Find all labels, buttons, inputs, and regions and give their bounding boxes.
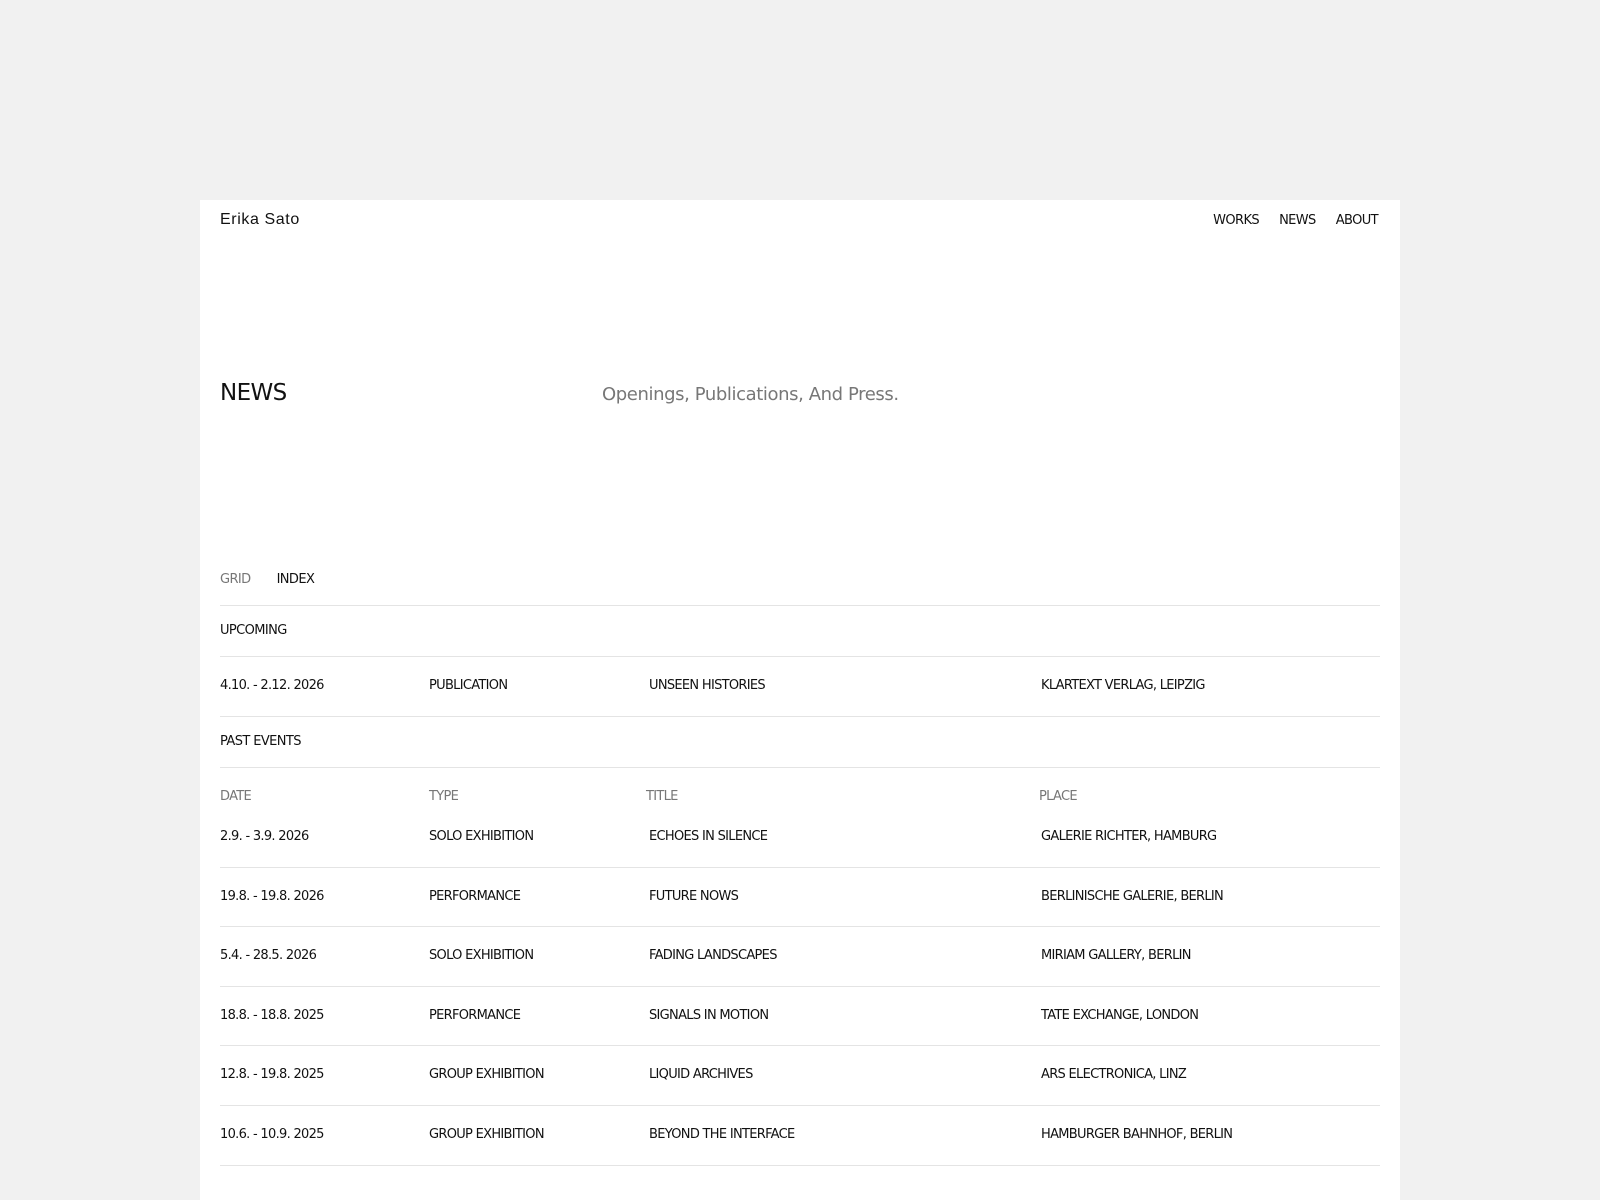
event-title: ECHOES IN SILENCE — [649, 829, 768, 844]
event-place: BERLINISCHE GALERIE, BERLIN — [1041, 889, 1224, 904]
divider — [220, 926, 1380, 927]
past-events-heading: PAST EVENTS — [220, 734, 301, 749]
event-title: BEYOND THE INTERFACE — [649, 1127, 795, 1142]
event-type: PERFORMANCE — [429, 1008, 521, 1023]
page-intro: Openings, Publications, And Press. — [602, 384, 899, 405]
view-toggle: GRID INDEX — [220, 572, 315, 587]
event-date: 12.8. - 19.8. 2025 — [220, 1067, 324, 1082]
event-date: 19.8. - 19.8. 2026 — [220, 889, 324, 904]
event-place: KLARTEXT VERLAG, LEIPZIG — [1041, 678, 1205, 693]
column-header-date: DATE — [220, 789, 252, 804]
divider — [220, 1105, 1380, 1106]
table-row[interactable]: 4.10. - 2.12. 2026 PUBLICATION UNSEEN HI… — [220, 678, 1380, 698]
event-date: 2.9. - 3.9. 2026 — [220, 829, 309, 844]
table-row[interactable]: 12.8. - 19.8. 2025 GROUP EXHIBITION LIQU… — [220, 1067, 1380, 1087]
table-row[interactable]: 19.8. - 19.8. 2026 PERFORMANCE FUTURE NO… — [220, 889, 1380, 909]
divider — [220, 656, 1380, 657]
view-index-button[interactable]: INDEX — [277, 572, 315, 587]
divider — [220, 867, 1380, 868]
event-date: 10.6. - 10.9. 2025 — [220, 1127, 324, 1142]
event-type: SOLO EXHIBITION — [429, 948, 534, 963]
upcoming-heading: UPCOMING — [220, 623, 287, 638]
event-type: GROUP EXHIBITION — [429, 1067, 545, 1082]
table-row[interactable]: 5.4. - 28.5. 2026 SOLO EXHIBITION FADING… — [220, 948, 1380, 968]
event-type: PERFORMANCE — [429, 889, 521, 904]
page-panel: Erika Sato WORKS NEWS ABOUT NEWS Opening… — [200, 200, 1400, 1200]
page-title: NEWS — [220, 380, 287, 406]
nav-news-link[interactable]: NEWS — [1279, 213, 1316, 228]
event-type: PUBLICATION — [429, 678, 508, 693]
event-place: HAMBURGER BAHNHOF, BERLIN — [1041, 1127, 1233, 1142]
table-row[interactable]: 2.9. - 3.9. 2026 SOLO EXHIBITION ECHOES … — [220, 829, 1380, 849]
table-row[interactable]: 18.8. - 18.8. 2025 PERFORMANCE SIGNALS I… — [220, 1008, 1380, 1028]
event-place: MIRIAM GALLERY, BERLIN — [1041, 948, 1192, 963]
divider — [220, 605, 1380, 606]
main-nav: WORKS NEWS ABOUT — [1213, 213, 1378, 228]
nav-works-link[interactable]: WORKS — [1213, 213, 1260, 228]
column-header-place: PLACE — [1039, 789, 1078, 804]
nav-about-link[interactable]: ABOUT — [1336, 213, 1379, 228]
column-header-title: TITLE — [646, 789, 678, 804]
divider — [220, 1165, 1380, 1166]
event-type: GROUP EXHIBITION — [429, 1127, 545, 1142]
event-type: SOLO EXHIBITION — [429, 829, 534, 844]
event-title: SIGNALS IN MOTION — [649, 1008, 769, 1023]
column-header-type: TYPE — [429, 789, 459, 804]
view-grid-button[interactable]: GRID — [220, 572, 251, 587]
divider — [220, 986, 1380, 987]
event-place: GALERIE RICHTER, HAMBURG — [1041, 829, 1217, 844]
event-title: FADING LANDSCAPES — [649, 948, 777, 963]
divider — [220, 767, 1380, 768]
event-place: ARS ELECTRONICA, LINZ — [1041, 1067, 1187, 1082]
event-title: FUTURE NOWS — [649, 889, 739, 904]
event-date: 18.8. - 18.8. 2025 — [220, 1008, 324, 1023]
divider — [220, 1045, 1380, 1046]
site-name-link[interactable]: Erika Sato — [220, 211, 300, 229]
event-date: 4.10. - 2.12. 2026 — [220, 678, 324, 693]
event-place: TATE EXCHANGE, LONDON — [1041, 1008, 1199, 1023]
event-date: 5.4. - 28.5. 2026 — [220, 948, 317, 963]
event-title: LIQUID ARCHIVES — [649, 1067, 753, 1082]
table-header: DATE TYPE TITLE PLACE — [220, 789, 1380, 809]
divider — [220, 716, 1380, 717]
event-title: UNSEEN HISTORIES — [649, 678, 766, 693]
table-row[interactable]: 10.6. - 10.9. 2025 GROUP EXHIBITION BEYO… — [220, 1127, 1380, 1147]
